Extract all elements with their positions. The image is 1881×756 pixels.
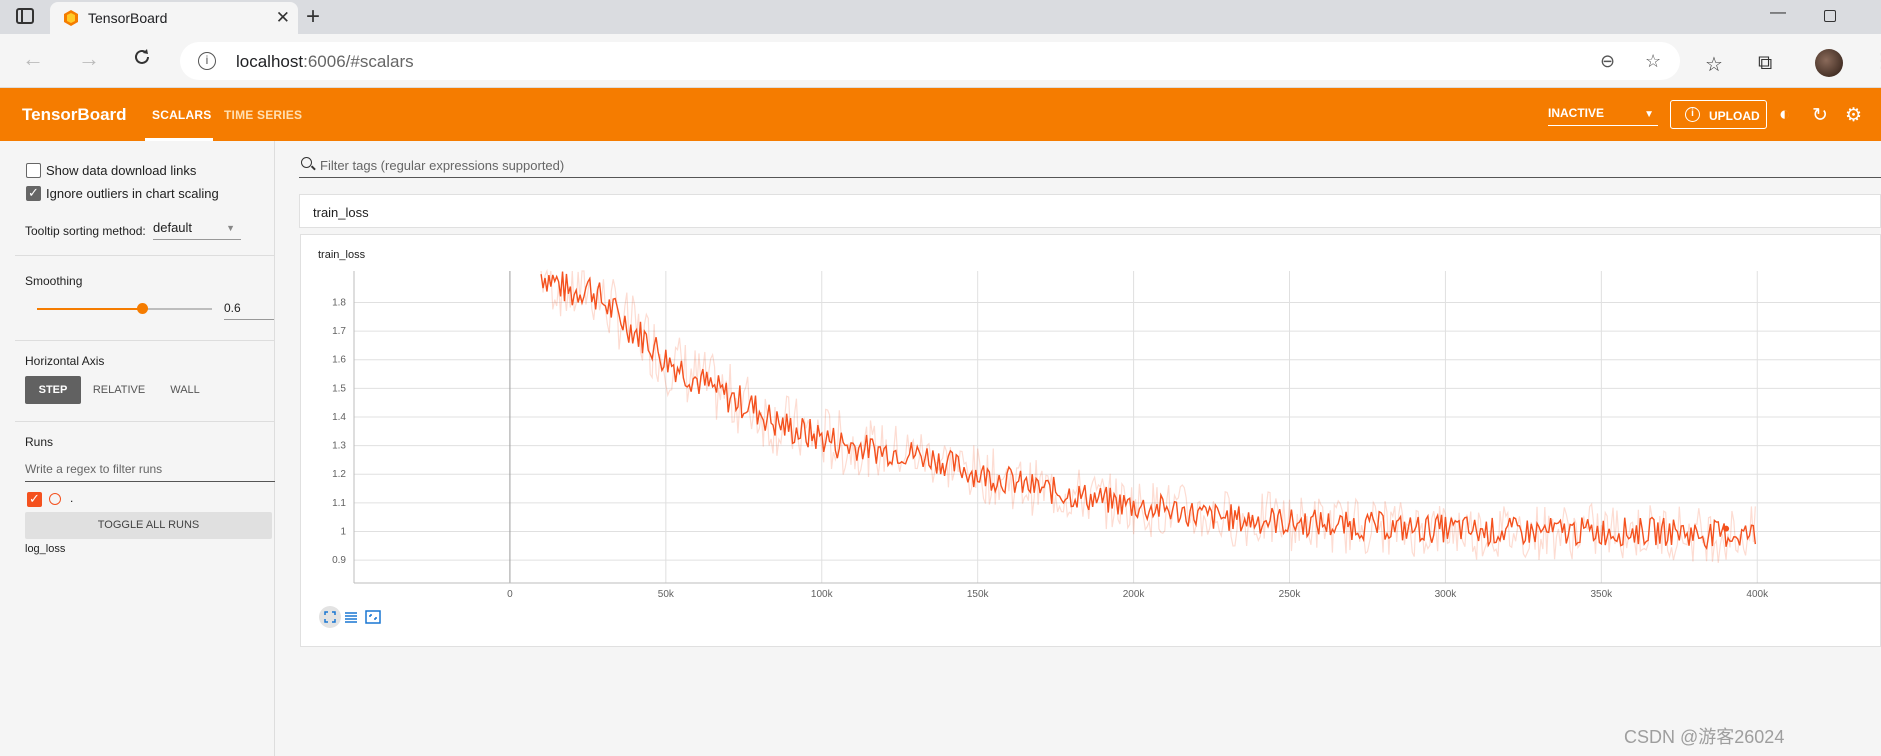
upload-button[interactable]: i UPLOAD xyxy=(1670,100,1767,129)
y-tick-label: 1.6 xyxy=(332,355,346,366)
fit-domain-icon[interactable] xyxy=(362,606,384,628)
smoothing-slider-thumb[interactable] xyxy=(137,303,148,314)
app-brand[interactable]: TensorBoard xyxy=(22,105,127,125)
log-dir-label: log_loss xyxy=(25,543,66,555)
tensorboard-header: TensorBoard SCALARS TIME SERIES INACTIVE… xyxy=(0,88,1881,141)
divider xyxy=(15,421,275,422)
tensorboard-logo-icon xyxy=(64,10,78,26)
forward-icon[interactable]: → xyxy=(78,46,100,72)
plugin-select-value: INACTIVE xyxy=(1548,106,1605,120)
browser-tab[interactable]: TensorBoard ✕ xyxy=(50,2,298,34)
y-tick-label: 1.3 xyxy=(332,441,346,452)
x-tick-label: 100k xyxy=(811,589,834,600)
series-line xyxy=(540,271,1757,551)
minimize-icon[interactable]: — xyxy=(1770,4,1786,22)
theme-toggle-icon[interactable]: ◐ xyxy=(1779,104,1790,126)
x-tick-label: 250k xyxy=(1279,589,1302,600)
tab-actions-icon[interactable] xyxy=(16,8,34,24)
ignore-outliers-checkbox[interactable] xyxy=(26,185,41,201)
scalar-card: train_loss 0.9 1 1.1 1.2 1.3 1.4 1.5 1.6 1.7 1.8 0… xyxy=(300,234,1881,647)
watermark: CSDN @游客26024 xyxy=(1624,727,1785,747)
y-tick-label: 1.4 xyxy=(332,412,346,423)
toggle-all-runs-button[interactable]: TOGGLE ALL RUNS xyxy=(25,512,272,539)
x-tick-label: 150k xyxy=(967,589,990,600)
dropdown-caret-icon: ▼ xyxy=(226,223,235,233)
refresh-icon[interactable]: ↻ xyxy=(1812,104,1828,127)
x-tick-label: 300k xyxy=(1435,589,1458,600)
add-favorite-icon[interactable]: ☆ xyxy=(1645,51,1661,72)
horizontal-axis-label: Horizontal Axis xyxy=(25,354,105,368)
show-download-links-label: Show data download links xyxy=(46,163,197,178)
more-icon[interactable]: ⋮ xyxy=(1872,48,1881,73)
divider xyxy=(15,255,275,256)
tag-filter-placeholder: Filter tags (regular expressions support… xyxy=(320,158,565,173)
y-tick-label: 1.7 xyxy=(332,326,346,337)
y-tick-label: 1 xyxy=(340,526,346,537)
tooltip-sorting-select[interactable]: default ▼ xyxy=(153,220,241,240)
tooltip-sorting-label: Tooltip sorting method: xyxy=(25,224,146,238)
y-tick-label: 0.9 xyxy=(332,555,346,566)
series-last-point xyxy=(1723,525,1730,532)
runs-filter-input[interactable]: Write a regex to filter runs xyxy=(25,458,275,482)
back-icon[interactable]: ← xyxy=(22,46,44,72)
tab-time-series[interactable]: TIME SERIES xyxy=(224,108,302,122)
site-info-icon[interactable]: i xyxy=(198,52,216,70)
search-icon xyxy=(301,157,312,168)
x-tick-label: 0 xyxy=(507,589,513,600)
divider xyxy=(15,340,275,341)
axis-step-button[interactable]: STEP xyxy=(25,376,81,404)
reload-icon[interactable] xyxy=(132,47,152,67)
dropdown-caret-icon: ▼ xyxy=(1644,109,1654,120)
tag-group-header[interactable]: train_loss xyxy=(299,194,1881,228)
plugin-select[interactable]: INACTIVE ▼ xyxy=(1548,106,1658,126)
line-chart[interactable]: 0.9 1 1.1 1.2 1.3 1.4 1.5 1.6 1.7 1.8 0 50k 100k 150k… xyxy=(301,235,1881,648)
browser-tab-title: TensorBoard xyxy=(88,10,168,26)
sidebar: Show data download links Ignore outliers… xyxy=(0,141,275,756)
smoothing-slider-fill xyxy=(37,308,142,310)
profile-avatar[interactable] xyxy=(1815,49,1843,77)
x-tick-label: 400k xyxy=(1746,589,1769,600)
smoothing-input[interactable]: 0.6 xyxy=(224,296,274,320)
run-color-icon[interactable] xyxy=(49,493,61,505)
url-text: localhost:6006/#scalars xyxy=(236,52,414,71)
run-name: . xyxy=(70,491,74,505)
y-tick-label: 1.8 xyxy=(332,297,346,308)
x-tick-label: 350k xyxy=(1591,589,1614,600)
browser-toolbar: ← → i localhost:6006/#scalars ⊖ ☆ ☆ ⧉ ⋮ xyxy=(0,34,1881,88)
zoom-out-icon[interactable]: ⊖ xyxy=(1600,51,1615,72)
address-bar[interactable]: i localhost:6006/#scalars ⊖ ☆ xyxy=(180,42,1680,80)
y-tick-label: 1.2 xyxy=(332,469,346,480)
y-tick-label: 1.5 xyxy=(332,383,346,394)
smoothing-slider[interactable] xyxy=(37,303,212,314)
runs-label: Runs xyxy=(25,435,54,449)
tooltip-sorting-value: default xyxy=(153,220,193,235)
x-tick-label: 50k xyxy=(658,589,675,600)
collections-icon[interactable]: ⧉ xyxy=(1758,52,1772,75)
axis-relative-button[interactable]: RELATIVE xyxy=(89,376,149,404)
axis-wall-button[interactable]: WALL xyxy=(162,376,208,404)
browser-tabstrip: TensorBoard ✕ + — xyxy=(0,0,1881,34)
fullscreen-icon[interactable] xyxy=(319,606,341,628)
toggle-log-scale-icon[interactable] xyxy=(340,606,362,628)
smoothing-label: Smoothing xyxy=(25,274,83,288)
tab-scalars[interactable]: SCALARS xyxy=(152,108,211,122)
upload-label: UPLOAD xyxy=(1709,109,1760,123)
y-tick-label: 1.1 xyxy=(332,498,346,509)
run-checkbox[interactable] xyxy=(27,491,42,507)
ignore-outliers-label: Ignore outliers in chart scaling xyxy=(46,186,219,201)
x-tick-label: 200k xyxy=(1123,589,1146,600)
restore-icon[interactable] xyxy=(1824,10,1836,22)
favorites-icon[interactable]: ☆ xyxy=(1705,52,1723,77)
new-tab-icon[interactable]: + xyxy=(306,3,320,31)
show-download-links-checkbox[interactable] xyxy=(26,163,41,178)
close-tab-icon[interactable]: ✕ xyxy=(276,8,290,28)
tag-group-title: train_loss xyxy=(313,205,369,220)
info-circle-icon: i xyxy=(1685,107,1700,122)
tag-filter-input[interactable]: Filter tags (regular expressions support… xyxy=(299,154,1881,178)
settings-icon[interactable]: ⚙ xyxy=(1845,104,1862,127)
